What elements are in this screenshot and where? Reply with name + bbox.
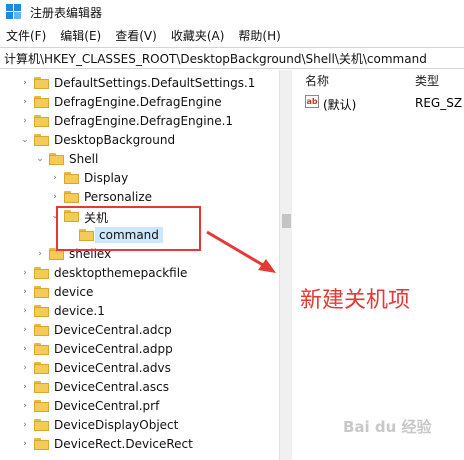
annotation-text: 新建关机项: [300, 288, 411, 313]
watermark: Bai du 经验: [343, 418, 432, 436]
annotation-arrow: [206, 230, 276, 273]
